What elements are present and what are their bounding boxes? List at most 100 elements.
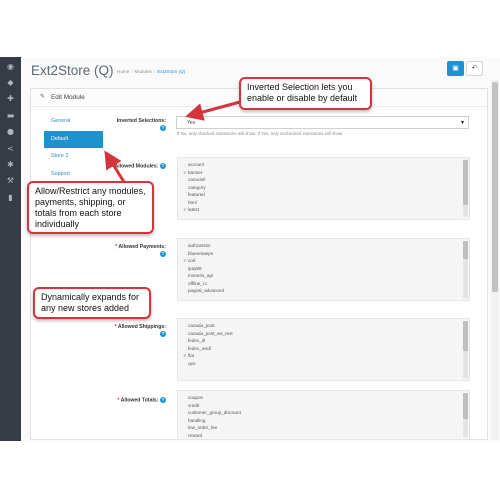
- puzzle-icon[interactable]: ✚: [4, 93, 17, 104]
- breadcrumb-modules[interactable]: Modules: [135, 69, 152, 74]
- checklist-item[interactable]: fedex_wsdl: [183, 345, 233, 353]
- allowed-totals-text: Allowed Totals:: [120, 397, 159, 404]
- checklist-item-label: offline_cc: [188, 280, 208, 286]
- panel-title: Edit Module: [51, 94, 85, 101]
- checklist-item-label: customer_group_discount: [188, 410, 241, 415]
- checklist-item[interactable]: paypal_advanced: [183, 287, 224, 295]
- breadcrumb-home[interactable]: Home: [117, 69, 129, 74]
- allowed-modules-list[interactable]: account ✓banner carousel category featured ht…: [177, 157, 470, 220]
- tag-icon[interactable]: ◆: [4, 77, 17, 88]
- checklist-item[interactable]: fedex_itl: [183, 337, 233, 345]
- checklist-item[interactable]: reward: [183, 432, 241, 440]
- scrollbar[interactable]: [463, 393, 468, 437]
- allowed-shippings-list[interactable]: canada_post canada_post_ws_rest fedex_itl f…: [177, 318, 470, 381]
- allowed-shippings-text: Allowed Shippings:: [117, 324, 166, 330]
- checklist-item-label: moneris_api: [188, 273, 214, 278]
- page-scrollbar-thumb[interactable]: [492, 82, 498, 292]
- scrollbar-thumb[interactable]: [463, 241, 468, 259]
- checklist-item[interactable]: low_order_fee: [183, 424, 241, 432]
- breadcrumb: Home / Modules / Ext2Store (Q): [117, 69, 186, 74]
- checklist-item[interactable]: ✓flat: [183, 352, 233, 360]
- callout-inverted-selection: Inverted Selection lets you enable or di…: [239, 77, 372, 110]
- tab-default[interactable]: Default: [44, 131, 103, 148]
- checklist-item-label: reward: [188, 432, 203, 438]
- scrollbar-thumb[interactable]: [463, 160, 468, 205]
- wrench-icon[interactable]: ⚒: [4, 175, 17, 186]
- checklist-item-label: html: [188, 199, 197, 205]
- checklist-item[interactable]: coupon: [183, 394, 241, 402]
- checklist-item[interactable]: ✓latest: [183, 206, 206, 214]
- scrollbar-thumb[interactable]: [463, 321, 468, 351]
- scrollbar[interactable]: [463, 160, 468, 217]
- allowed-modules-text: Allowed Modules:: [114, 163, 159, 170]
- checklist-item[interactable]: bluenetaeps: [183, 250, 224, 258]
- checklist-item[interactable]: credit: [183, 402, 241, 410]
- save-button[interactable]: ▣: [447, 61, 464, 76]
- checklist-item-label: fedex_wsdl: [188, 345, 211, 351]
- help-icon[interactable]: ?: [160, 331, 166, 337]
- checklist-item-label: canada_post_ws_rest: [188, 330, 233, 336]
- checklist-item-label: bluenetaeps: [188, 250, 214, 256]
- cart-icon[interactable]: ▬: [4, 110, 17, 121]
- checklist-item-label: canada_post: [188, 323, 215, 328]
- allowed-payments-list[interactable]: authnetsim bluenetaeps ✓cod ipay88 moneris_a…: [177, 238, 470, 301]
- inverted-selections-select[interactable]: Yes ▾: [176, 116, 469, 129]
- allowed-payments-text: Allowed Payments:: [118, 244, 166, 250]
- page-scrollbar[interactable]: [491, 80, 499, 440]
- scrollbar-thumb[interactable]: [463, 393, 468, 419]
- checklist-item[interactable]: moneris_api: [183, 272, 224, 280]
- allowed-shippings-label: * Allowed Shippings: ?: [114, 324, 166, 337]
- checklist-item[interactable]: html: [183, 199, 206, 207]
- checklist-item[interactable]: account: [183, 161, 206, 169]
- checklist-item[interactable]: ipay88: [183, 265, 224, 273]
- allowed-totals-label: * Allowed Totals: ?: [117, 397, 166, 404]
- checklist-item-label: cod: [188, 258, 196, 263]
- sidebar: ◉ ◆ ✚ ▬ ● < ✱ ⚒ ▮: [0, 57, 21, 441]
- help-icon[interactable]: ?: [160, 251, 166, 257]
- inverted-selections-text: Inverted Selections:: [116, 118, 166, 124]
- scrollbar[interactable]: [463, 241, 468, 298]
- callout-allow-restrict: Allow/Restrict any modules, payments, sh…: [27, 181, 154, 234]
- dashboard-icon[interactable]: ◉: [4, 61, 17, 72]
- checklist-item[interactable]: ✓cod: [183, 257, 224, 265]
- checklist-item[interactable]: customer_group_discount: [183, 409, 241, 417]
- reply-icon: ↶: [471, 65, 478, 72]
- checklist-item[interactable]: authnetsim: [183, 242, 224, 250]
- checklist-item[interactable]: ✓banner: [183, 169, 206, 177]
- checklist-item[interactable]: canada_post_ws_rest: [183, 330, 233, 338]
- checklist-item[interactable]: offline_cc: [183, 280, 224, 288]
- checklist-item-label: flat: [188, 353, 195, 358]
- bar-chart-icon[interactable]: ▮: [4, 192, 17, 203]
- checklist-item[interactable]: handling: [183, 417, 241, 425]
- help-icon[interactable]: ?: [160, 397, 166, 403]
- checklist-item-label: authnetsim: [188, 243, 211, 248]
- tab-store-2[interactable]: Store 2: [44, 148, 103, 165]
- gear-icon[interactable]: ✱: [4, 159, 17, 170]
- checklist-item[interactable]: canada_post: [183, 322, 233, 330]
- checklist-item-label: paypal_advanced: [188, 288, 225, 293]
- callout-dynamic-expand: Dynamically expands for any new stores a…: [33, 287, 151, 319]
- back-button[interactable]: ↶: [466, 61, 483, 76]
- breadcrumb-current[interactable]: Ext2Store (Q): [157, 69, 185, 74]
- checklist-item[interactable]: featured: [183, 191, 206, 199]
- checklist-item[interactable]: carousel: [183, 176, 206, 184]
- checklist-item-label: carousel: [188, 177, 206, 182]
- scrollbar[interactable]: [463, 321, 468, 378]
- checklist-item-label: coupon: [188, 395, 204, 400]
- checklist-item-label: handling: [188, 417, 206, 423]
- inverted-selections-label: Inverted Selections: ?: [110, 118, 166, 132]
- checklist-item-label: low_order_fee: [188, 425, 218, 430]
- help-icon[interactable]: ?: [160, 163, 166, 169]
- checklist-item[interactable]: category: [183, 184, 206, 192]
- page-title: Ext2Store (Q): [31, 63, 114, 78]
- user-icon[interactable]: ●: [4, 126, 17, 137]
- allowed-modules-label: * Allowed Modules: ?: [111, 163, 166, 170]
- pencil-icon: ✎: [40, 93, 46, 100]
- allowed-totals-list[interactable]: coupon credit customer_group_discounthandl…: [177, 390, 470, 440]
- help-icon[interactable]: ?: [160, 125, 166, 131]
- share-icon[interactable]: <: [4, 143, 17, 154]
- save-icon: ▣: [452, 65, 459, 72]
- tab-general[interactable]: General: [44, 113, 103, 130]
- inverted-selections-help: If No, only checked extensions will show…: [177, 131, 343, 136]
- checklist-item[interactable]: ups: [183, 360, 233, 368]
